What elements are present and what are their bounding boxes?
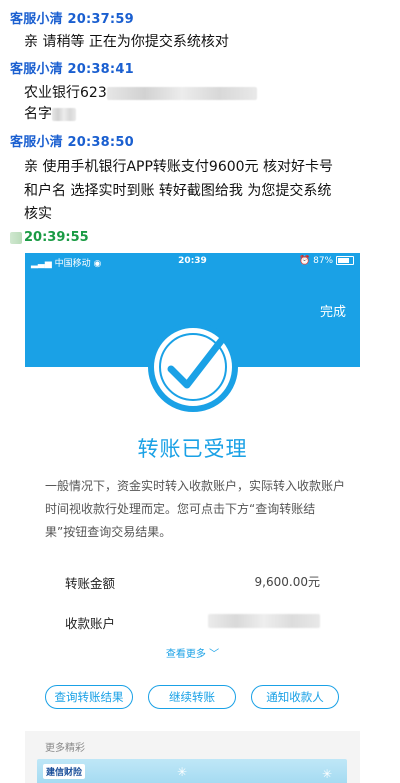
more-title: 更多精彩 — [45, 743, 85, 754]
message-header: 客服小清 20:38:41 — [10, 58, 134, 77]
message-header: 客服小清 20:38:50 — [10, 131, 134, 150]
status-right: ⏰ 87% — [299, 256, 354, 266]
query-result-button[interactable]: 查询转账结果 — [45, 685, 133, 709]
user-message-header: 20:39:55 — [10, 230, 89, 245]
message-text: 亲 使用手机银行APP转账支付9600元 核对好卡号 — [24, 159, 333, 175]
message-text: 农业银行623 — [24, 83, 257, 103]
success-check-icon — [148, 322, 238, 412]
continue-transfer-button[interactable]: 继续转账 — [148, 685, 236, 709]
name-label: 名字 — [24, 106, 52, 122]
promo-banner[interactable]: 建信财险 ✳ ✳ — [37, 759, 347, 783]
message-time: 20:39:55 — [24, 230, 89, 245]
more-section: 更多精彩 建信财险 ✳ ✳ — [25, 731, 360, 783]
see-more-link[interactable]: 查看更多 ﹀ — [25, 645, 360, 660]
chevron-down-icon: ﹀ — [209, 649, 220, 660]
message-time: 20:37:59 — [67, 12, 134, 27]
account-number-prefix: 农业银行623 — [24, 85, 107, 101]
snowflake-icon: ✳ — [177, 765, 188, 779]
transfer-screenshot: ▂▃▅ 中国移动 ◉ 20:39 ⏰ 87% 完成 转账已受理 一般情况下，资金… — [25, 253, 360, 783]
message-time: 20:38:50 — [67, 135, 134, 150]
amount-label: 转账金额 — [65, 576, 116, 591]
message-time: 20:38:41 — [67, 62, 134, 77]
result-description: 一般情况下，资金实时转入收款账户，实际转入收款账户时间视收款行处理而定。您可点击… — [45, 479, 346, 539]
sender-name: 客服小清 — [10, 62, 63, 77]
message-text: 和户名 选择实时到账 转好截图给我 为您提交系统 — [24, 183, 332, 199]
message-text: 名字 — [24, 104, 76, 124]
message-text: 核实 — [24, 206, 52, 222]
sender-name: 客服小清 — [10, 12, 63, 27]
page-title: 转账已受理 — [137, 437, 248, 461]
message-text: 亲 请稍等 正在为你提交系统核对 — [24, 34, 229, 50]
done-button[interactable]: 完成 — [320, 301, 346, 320]
sender-name: 客服小清 — [10, 135, 63, 150]
notify-payee-button[interactable]: 通知收款人 — [251, 685, 339, 709]
snowflake-icon: ✳ — [322, 767, 333, 781]
banner-logo: 建信财险 — [43, 764, 86, 779]
message-header: 客服小清 20:37:59 — [10, 8, 134, 27]
alarm-icon: ⏰ — [299, 256, 311, 266]
redacted-name — [52, 107, 76, 121]
battery-icon — [336, 256, 354, 265]
redacted-account — [106, 86, 257, 100]
payee-label: 收款账户 — [65, 616, 116, 631]
amount-value: 9,600.00元 — [254, 575, 320, 589]
status-bar: ▂▃▅ 中国移动 ◉ 20:39 ⏰ 87% — [25, 253, 360, 271]
redacted-username — [10, 231, 22, 244]
redacted-payee-account — [208, 614, 320, 628]
